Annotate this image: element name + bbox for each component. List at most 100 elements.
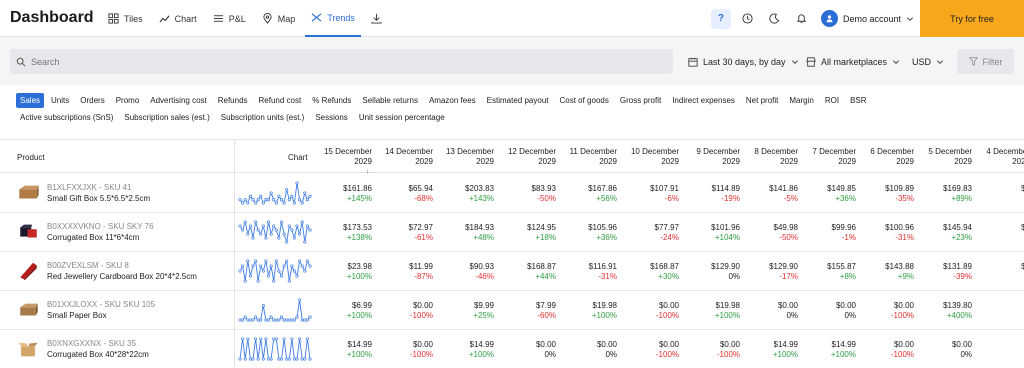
date-column-header[interactable]: 14 December 2029: [373, 147, 433, 167]
help-button[interactable]: ?: [710, 8, 731, 29]
metric-chip--refunds[interactable]: % Refunds: [308, 93, 355, 108]
table-row[interactable]: B01XXJLOXX - SKU SKU 105 Small Paper Box $…: [0, 291, 1024, 330]
metric-chip-subscription-sales-est[interactable]: Subscription sales (est.): [120, 110, 213, 125]
bell-icon: [797, 14, 807, 24]
search-input[interactable]: [31, 56, 631, 67]
date-column-header[interactable]: 12 December 2029: [496, 147, 556, 167]
product-thumbnail: [17, 182, 40, 204]
value-cell: $0.00 0%: [912, 340, 972, 360]
nav-download[interactable]: [365, 0, 388, 37]
marketplace-label: All marketplaces: [821, 56, 888, 67]
metric-chip-bsr[interactable]: BSR: [846, 93, 870, 108]
metric-chip-refunds[interactable]: Refunds: [214, 93, 252, 108]
spark-point: [254, 201, 258, 205]
product-sku[interactable]: B0XNXGXXNX - SKU 35: [47, 339, 136, 348]
date-range-select[interactable]: Last 30 days, by day: [688, 49, 799, 74]
spark-point: [256, 357, 260, 361]
date-column-header[interactable]: 6 December 2029: [854, 147, 914, 167]
date-column-header[interactable]: 9 December 2029: [680, 147, 740, 167]
trends-icon: [311, 13, 322, 22]
spark-point: [272, 198, 276, 202]
metric-chip-net-profit[interactable]: Net profit: [742, 93, 782, 108]
date-column-header[interactable]: 4 December2029: [970, 147, 1024, 167]
table-row[interactable]: B0XXXXVKNO - SKU SKY 76 Corrugated Box 11…: [0, 213, 1024, 252]
theme-button[interactable]: [765, 9, 785, 29]
metric-chip-roi[interactable]: ROI: [821, 93, 843, 108]
search-box[interactable]: [10, 49, 673, 74]
product-sku[interactable]: B00ZVEXLSM - SKU 8: [47, 261, 129, 270]
product-name[interactable]: Corrugated Box 40*28*22cm: [47, 350, 149, 359]
value-cell: $77.97 -24%: [619, 223, 679, 243]
try-for-free-button[interactable]: Try for free: [920, 0, 1024, 37]
date-column-header[interactable]: 15 December 2029: [312, 147, 372, 167]
filter-button[interactable]: Filter: [957, 49, 1014, 74]
metric-chip-gross-profit[interactable]: Gross profit: [616, 93, 665, 108]
metric-chip-sellable-returns[interactable]: Sellable returns: [358, 93, 422, 108]
metric-chip-sessions[interactable]: Sessions: [311, 110, 351, 125]
cell-value: $65.94: [408, 184, 433, 193]
metric-chip-sales[interactable]: Sales: [16, 93, 45, 108]
metric-chip-estimated-payout[interactable]: Estimated payout: [483, 93, 553, 108]
spark-point: [243, 220, 247, 224]
product-name[interactable]: Corrugated Box 11*6*4cm: [47, 233, 139, 242]
account-menu[interactable]: Demo account: [820, 10, 914, 27]
metric-chip-refund-cost[interactable]: Refund cost: [255, 93, 306, 108]
cell-change: +143%: [468, 194, 494, 203]
metric-chip-active-subscriptions-sns[interactable]: Active subscriptions (SnS): [16, 110, 117, 125]
cell-change: -100%: [409, 311, 433, 320]
metric-chip-margin[interactable]: Margin: [785, 93, 817, 108]
cell-change: 0%: [544, 350, 556, 359]
metric-chip-promo[interactable]: Promo: [112, 93, 144, 108]
spark-point: [266, 220, 271, 224]
product-column-header[interactable]: Product: [17, 153, 45, 162]
date-column-header[interactable]: 5 December 2029: [912, 147, 972, 167]
table-row[interactable]: B1XLFXXJXK - SKU 41 Small Gift Box 5.5*6.…: [0, 174, 1024, 213]
metric-chip-orders[interactable]: Orders: [76, 93, 108, 108]
spark-point: [274, 228, 278, 232]
metric-chip-indirect-expenses[interactable]: Indirect expenses: [668, 93, 739, 108]
date-column-header[interactable]: 11 December 2029: [557, 147, 617, 167]
metric-chip-units[interactable]: Units: [47, 93, 73, 108]
nav-pl[interactable]: P&L: [207, 0, 252, 37]
spark-point: [295, 274, 299, 278]
cell-value: $0.00: [893, 301, 914, 310]
date-column-header[interactable]: 8 December 2029: [738, 147, 798, 167]
user-icon: [826, 15, 833, 23]
nav-tiles[interactable]: Tiles: [102, 0, 149, 37]
date-year: 2029: [354, 157, 372, 166]
history-button[interactable]: [738, 9, 758, 29]
notifications-button[interactable]: [792, 9, 812, 29]
chevron-down-icon: [791, 59, 798, 64]
metric-chip-cost-of-goods[interactable]: Cost of goods: [555, 93, 612, 108]
metric-chip-amazon-fees[interactable]: Amazon fees: [425, 93, 480, 108]
table-row[interactable]: B0XNXGXXNX - SKU 35 Corrugated Box 40*28*…: [0, 330, 1024, 368]
metric-chip-subscription-units-est[interactable]: Subscription units (est.): [217, 110, 309, 125]
nav-trends[interactable]: Trends: [305, 0, 361, 37]
product-name[interactable]: Red Jewellery Cardboard Box 20*4*2.5cm: [47, 272, 197, 281]
spark-point: [274, 337, 278, 341]
currency-select[interactable]: USD: [912, 49, 944, 74]
date-range-label: Last 30 days, by day: [703, 56, 786, 67]
marketplace-select[interactable]: All marketplaces: [806, 49, 900, 74]
date-column-header[interactable]: 10 December 2029: [619, 147, 679, 167]
product-sku[interactable]: B01XXJLOXX - SKU SKU 105: [47, 300, 155, 309]
date-column-header[interactable]: 13 December 2029: [434, 147, 494, 167]
product-name[interactable]: Small Paper Box: [47, 311, 107, 320]
product-sku[interactable]: B0XXXXVKNO - SKU SKY 76: [47, 222, 154, 231]
cell-value: $72.97: [408, 223, 433, 232]
nav-chart[interactable]: Chart: [153, 0, 203, 37]
spark-point: [285, 240, 289, 244]
funnel-icon: [968, 57, 978, 66]
metric-chip-unit-session-percentage[interactable]: Unit session percentage: [355, 110, 449, 125]
table-row[interactable]: B00ZVEXLSM - SKU 8 Red Jewellery Cardboar…: [0, 252, 1024, 291]
cell-change: -100%: [890, 311, 914, 320]
cell-change: +44%: [535, 272, 556, 281]
date-column-header[interactable]: 7 December 2029: [796, 147, 856, 167]
nav-map[interactable]: Map: [256, 0, 302, 37]
cell-change: -61%: [414, 233, 433, 242]
top-bar: Dashboard Tiles Chart P&L Map Trends ? D…: [0, 0, 1024, 37]
product-sku[interactable]: B1XLFXXJXK - SKU 41: [47, 183, 131, 192]
metric-chip-advertising-cost[interactable]: Advertising cost: [146, 93, 210, 108]
product-name[interactable]: Small Gift Box 5.5*6.5*2.5cm: [47, 194, 150, 203]
value-cell: $0.00 0%: [796, 301, 856, 321]
